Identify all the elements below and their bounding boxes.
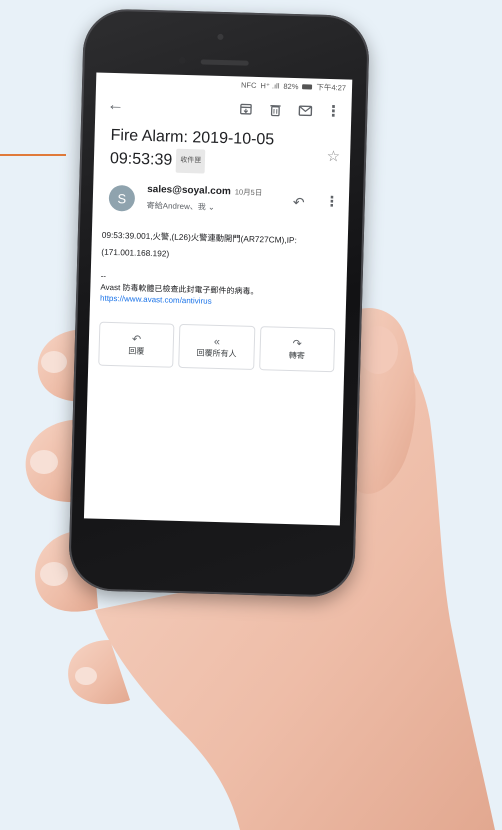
nfc-indicator: NFC xyxy=(240,80,257,90)
reply-all-icon: « xyxy=(213,335,221,348)
earpiece-speaker xyxy=(200,59,249,66)
email-subject: Fire Alarm: 2019-10-05 09:53:39 收件匣 ☆ xyxy=(94,122,351,177)
star-icon[interactable]: ☆ xyxy=(326,147,340,165)
signal-indicator: H⁺ .ıll xyxy=(260,80,280,91)
sender-email: sales@soyal.com 10月5日 xyxy=(147,184,262,198)
front-camera xyxy=(217,33,224,41)
subject-line-2: 09:53:39 xyxy=(109,150,173,169)
phone-screen: NFC H⁺ .ıll 82% 下午4:27 ← ⋮ Fire Alarm: 2… xyxy=(83,72,353,526)
reply-label: 回覆 xyxy=(128,345,145,356)
forward-button[interactable]: ↷ 轉寄 xyxy=(258,326,336,373)
reply-icon[interactable]: ↶ xyxy=(293,194,305,211)
recipient-details[interactable]: 寄給Andrew、我 ⌄ xyxy=(147,200,215,213)
battery-percent: 82% xyxy=(283,81,299,91)
inbox-label-chip[interactable]: 收件匣 xyxy=(175,148,206,174)
trash-icon[interactable] xyxy=(265,99,286,120)
forward-label: 轉寄 xyxy=(288,350,306,360)
more-options-icon[interactable]: ⋮ xyxy=(325,193,339,210)
email-signature: -- Avast 防毒軟體已檢查此封電子郵件的病毒。 https://www.a… xyxy=(90,260,347,310)
email-date: 10月5日 xyxy=(234,187,263,198)
sender-row: S sales@soyal.com 10月5日 寄給Andrew、我 ⌄ ↶ ⋮ xyxy=(92,180,349,227)
sender-address: sales@soyal.com xyxy=(146,183,231,198)
more-vert-icon[interactable]: ⋮ xyxy=(323,101,344,122)
proximity-sensor xyxy=(178,56,186,64)
back-arrow-icon[interactable]: ← xyxy=(105,95,126,116)
reply-button[interactable]: ↶ 回覆 xyxy=(98,321,175,368)
archive-icon[interactable] xyxy=(235,98,256,119)
email-actions: ↶ 回覆 « 回覆所有人 ↷ 轉寄 xyxy=(88,303,346,373)
forward-icon: ↷ xyxy=(292,337,302,350)
mail-icon[interactable] xyxy=(295,100,316,121)
email-body: 09:53:39.001,火警,(L26)火警連動開門(AR727CM),IP:… xyxy=(91,220,348,267)
phone-device: NFC H⁺ .ıll 82% 下午4:27 ← ⋮ Fire Alarm: 2… xyxy=(67,8,371,598)
clock: 下午4:27 xyxy=(316,82,347,92)
reply-all-button[interactable]: « 回覆所有人 xyxy=(178,323,256,370)
battery-icon xyxy=(302,83,313,90)
reply-icon: ↶ xyxy=(131,333,142,346)
reply-all-label: 回覆所有人 xyxy=(196,347,237,359)
sender-avatar[interactable]: S xyxy=(108,184,136,212)
